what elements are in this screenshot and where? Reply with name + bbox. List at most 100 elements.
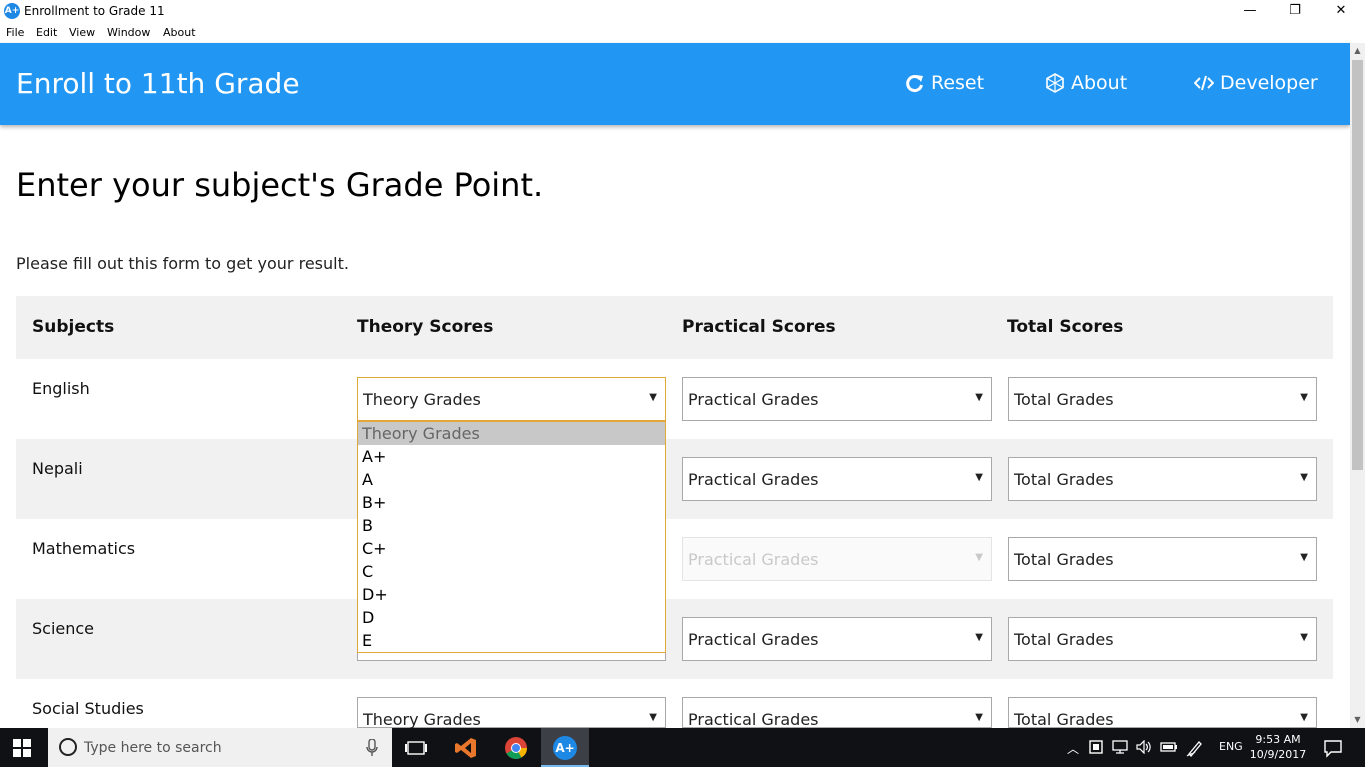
dropdown-arrow-icon: ▼: [975, 392, 983, 403]
volume-icon[interactable]: [1136, 740, 1152, 754]
battery-icon[interactable]: [1160, 741, 1178, 753]
reset-label: Reset: [931, 72, 985, 94]
dropdown-arrow-icon: ▼: [649, 392, 657, 403]
window-titlebar: A+ Enrollment to Grade 11 — ❐ ✕: [0, 0, 1365, 24]
app-header: Enroll to 11th Grade Reset About Develop…: [0, 43, 1350, 125]
menu-about[interactable]: About: [163, 26, 196, 39]
scrollbar-thumb[interactable]: [1352, 60, 1363, 470]
hexagon-icon: [1046, 73, 1064, 93]
dropdown-option[interactable]: A: [358, 468, 665, 491]
dropdown-option[interactable]: D+: [358, 583, 665, 606]
english-total-select[interactable]: Total Grades ▼: [1008, 377, 1317, 421]
dropdown-option[interactable]: B: [358, 514, 665, 537]
mathematics-total-select[interactable]: Total Grades ▼: [1008, 537, 1317, 581]
subject-label: English: [32, 379, 90, 398]
subject-label: Science: [32, 619, 95, 638]
taskbar-search-box[interactable]: Type here to search: [48, 728, 392, 767]
restore-button[interactable]: ❐: [1272, 0, 1318, 24]
subject-label: Social Studies: [32, 699, 144, 718]
dropdown-option[interactable]: D: [358, 606, 665, 629]
dropdown-arrow-icon: ▼: [975, 712, 983, 723]
social-theory-select[interactable]: Theory Grades ▼: [357, 697, 666, 729]
search-placeholder: Type here to search: [84, 740, 222, 756]
app-title: Enroll to 11th Grade: [16, 67, 300, 100]
task-view-icon[interactable]: [404, 736, 428, 760]
select-value: Practical Grades: [688, 630, 819, 649]
select-value: Total Grades: [1014, 630, 1114, 649]
social-practical-select[interactable]: Practical Grades ▼: [682, 697, 992, 729]
dropdown-arrow-icon: ▼: [975, 472, 983, 483]
dropdown-option[interactable]: C+: [358, 537, 665, 560]
active-app-slot[interactable]: A+: [541, 728, 589, 767]
menu-edit[interactable]: Edit: [36, 26, 57, 39]
dropdown-arrow-icon: ▼: [1300, 392, 1308, 403]
select-value: Practical Grades: [688, 710, 819, 729]
menu-bar: File Edit View Window About: [0, 24, 1365, 43]
dropdown-arrow-icon: ▼: [975, 632, 983, 643]
english-practical-select[interactable]: Practical Grades ▼: [682, 377, 992, 421]
dropdown-option[interactable]: C: [358, 560, 665, 583]
app-taskbar-icon: A+: [553, 736, 577, 760]
select-value: Total Grades: [1014, 390, 1114, 409]
microphone-icon[interactable]: [366, 739, 378, 757]
dropdown-arrow-icon: ▼: [649, 712, 657, 723]
select-value: Practical Grades: [688, 550, 819, 569]
developer-button[interactable]: Developer: [1194, 72, 1318, 94]
cortana-icon: [59, 738, 77, 756]
select-value: Total Grades: [1014, 470, 1114, 489]
refresh-icon: [906, 75, 923, 92]
tray-app-icon[interactable]: [1089, 740, 1103, 754]
close-button[interactable]: ✕: [1318, 0, 1364, 24]
header-practical: Practical Scores: [682, 317, 836, 337]
language-indicator[interactable]: ENG: [1219, 740, 1243, 753]
dropdown-arrow-icon: ▼: [1300, 632, 1308, 643]
developer-label: Developer: [1220, 72, 1318, 94]
subject-label: Mathematics: [32, 539, 136, 558]
select-value: Practical Grades: [688, 390, 819, 409]
form-instruction: Please fill out this form to get your re…: [16, 254, 349, 273]
scroll-down-icon[interactable]: ▼: [1350, 713, 1365, 727]
notifications-icon[interactable]: [1323, 738, 1343, 758]
minimize-button[interactable]: —: [1227, 0, 1273, 24]
chrome-icon[interactable]: [504, 736, 528, 760]
select-value: Theory Grades: [363, 710, 481, 729]
menu-file[interactable]: File: [6, 26, 24, 39]
about-label: About: [1071, 72, 1128, 94]
select-value: Total Grades: [1014, 710, 1114, 729]
subject-label: Nepali: [32, 459, 83, 478]
header-theory: Theory Scores: [357, 317, 494, 337]
reset-button[interactable]: Reset: [905, 72, 984, 94]
windows-start-icon[interactable]: [13, 739, 31, 757]
visual-studio-icon[interactable]: [454, 736, 478, 760]
header-total: Total Scores: [1007, 317, 1124, 337]
dropdown-arrow-icon: ▼: [1300, 472, 1308, 483]
menu-view[interactable]: View: [69, 26, 95, 39]
app-icon: A+: [4, 3, 20, 19]
taskbar-clock[interactable]: 9:53 AM 10/9/2017: [1248, 732, 1308, 762]
dropdown-arrow-icon: ▼: [1300, 712, 1308, 723]
dropdown-option[interactable]: Theory Grades: [358, 422, 665, 445]
pen-icon[interactable]: [1186, 739, 1204, 757]
social-total-select[interactable]: Total Grades ▼: [1008, 697, 1317, 729]
code-icon: [1194, 75, 1214, 91]
science-practical-select[interactable]: Practical Grades ▼: [682, 617, 992, 661]
dropdown-option[interactable]: E: [358, 629, 665, 652]
network-icon[interactable]: [1112, 740, 1128, 754]
clock-time: 9:53 AM: [1255, 733, 1301, 746]
mathematics-practical-select: Practical Grades ▼: [682, 537, 992, 581]
menu-window[interactable]: Window: [107, 26, 150, 39]
english-theory-select[interactable]: Theory Grades ▼: [357, 377, 666, 421]
select-value: Practical Grades: [688, 470, 819, 489]
select-value: Total Grades: [1014, 550, 1114, 569]
nepali-practical-select[interactable]: Practical Grades ▼: [682, 457, 992, 501]
window-title: Enrollment to Grade 11: [24, 4, 165, 18]
scroll-up-icon[interactable]: ▲: [1350, 44, 1365, 58]
table-header: Subjects Theory Scores Practical Scores …: [16, 296, 1333, 359]
clock-date: 10/9/2017: [1249, 748, 1307, 761]
science-total-select[interactable]: Total Grades ▼: [1008, 617, 1317, 661]
about-button[interactable]: About: [1045, 72, 1127, 94]
nepali-total-select[interactable]: Total Grades ▼: [1008, 457, 1317, 501]
dropdown-option[interactable]: A+: [358, 445, 665, 468]
tray-chevron-icon[interactable]: ︿: [1067, 740, 1079, 757]
dropdown-option[interactable]: B+: [358, 491, 665, 514]
